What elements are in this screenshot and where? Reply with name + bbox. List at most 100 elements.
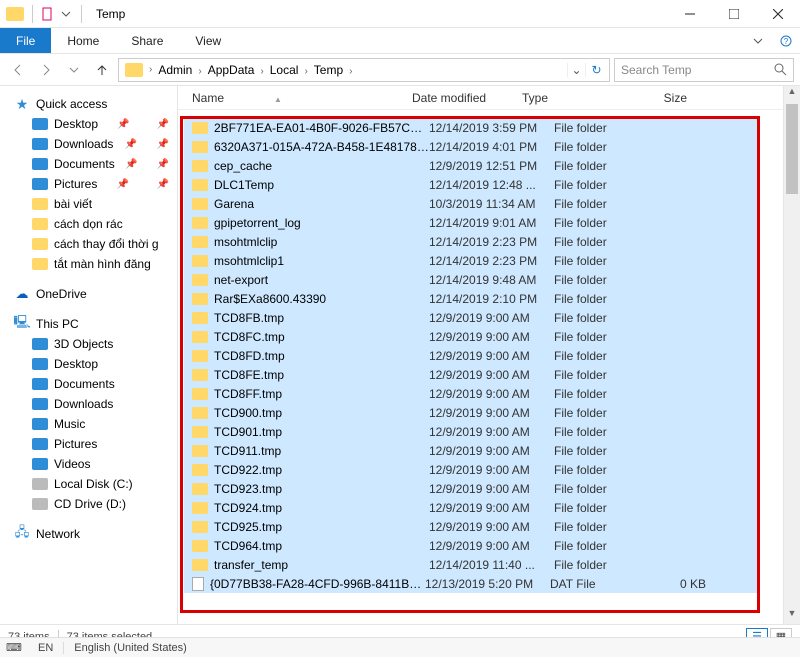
scroll-up-button[interactable]: ▲ (784, 86, 800, 102)
sidebar-item[interactable]: Local Disk (C:) (0, 474, 177, 494)
help-button[interactable]: ? (772, 28, 800, 53)
close-button[interactable] (756, 0, 800, 28)
breadcrumb-segment[interactable]: Temp (310, 63, 347, 77)
column-type[interactable]: Type (522, 91, 617, 105)
pin-icon: 📌 (157, 179, 169, 190)
sidebar-item[interactable]: Documents (0, 374, 177, 394)
file-row[interactable]: TCD901.tmp12/9/2019 9:00 AMFile folder (184, 422, 757, 441)
chevron-right-icon[interactable]: › (347, 66, 354, 77)
file-row[interactable]: Rar$EXa8600.4339012/14/2019 2:10 PMFile … (184, 289, 757, 308)
sidebar-network[interactable]: 🖧Network (0, 524, 177, 544)
sidebar-item[interactable]: Documents📌📌 (0, 154, 177, 174)
tab-share[interactable]: Share (115, 28, 179, 53)
up-button[interactable] (90, 58, 114, 82)
breadcrumb-segment[interactable]: Admin (154, 63, 196, 77)
file-row[interactable]: msohtmlclip12/14/2019 2:23 PMFile folder (184, 232, 757, 251)
sidebar-item[interactable]: CD Drive (D:) (0, 494, 177, 514)
file-date: 12/14/2019 12:48 ... (429, 178, 554, 192)
recent-locations-button[interactable] (62, 58, 86, 82)
sidebar-item[interactable]: Desktop📌📌 (0, 114, 177, 134)
sidebar-quick-access[interactable]: ★Quick access (0, 94, 177, 114)
file-row[interactable]: TCD8FD.tmp12/9/2019 9:00 AMFile folder (184, 346, 757, 365)
scroll-down-button[interactable]: ▼ (784, 608, 800, 624)
file-name: msohtmlclip (214, 235, 429, 249)
scroll-thumb[interactable] (786, 104, 798, 194)
sidebar-item[interactable]: tắt màn hình đăng (0, 254, 177, 274)
file-row[interactable]: TCD8FB.tmp12/9/2019 9:00 AMFile folder (184, 308, 757, 327)
file-size: 0 KB (650, 577, 706, 591)
file-row[interactable]: gpipetorrent_log12/14/2019 9:01 AMFile f… (184, 213, 757, 232)
file-row[interactable]: TCD8FC.tmp12/9/2019 9:00 AMFile folder (184, 327, 757, 346)
chevron-right-icon[interactable]: › (147, 64, 154, 75)
folder-icon (192, 483, 208, 495)
column-date[interactable]: Date modified (412, 91, 522, 105)
file-name: TCD8FE.tmp (214, 368, 429, 382)
address-dropdown-button[interactable]: ⌄ (567, 63, 585, 77)
file-row[interactable]: TCD900.tmp12/9/2019 9:00 AMFile folder (184, 403, 757, 422)
minimize-button[interactable] (668, 0, 712, 28)
file-row[interactable]: TCD925.tmp12/9/2019 9:00 AMFile folder (184, 517, 757, 536)
file-row[interactable]: TCD911.tmp12/9/2019 9:00 AMFile folder (184, 441, 757, 460)
language-code[interactable]: EN (28, 642, 64, 654)
sidebar-item[interactable]: Videos (0, 454, 177, 474)
back-button[interactable] (6, 58, 30, 82)
folder-icon (192, 559, 208, 571)
folder-icon (192, 236, 208, 248)
file-row[interactable]: DLC1Temp12/14/2019 12:48 ...File folder (184, 175, 757, 194)
sidebar-item[interactable]: bài viết (0, 194, 177, 214)
file-date: 12/14/2019 4:01 PM (429, 140, 554, 154)
file-row[interactable]: cep_cache12/9/2019 12:51 PMFile folder (184, 156, 757, 175)
file-type: File folder (554, 121, 654, 135)
forward-button[interactable] (34, 58, 58, 82)
sidebar-item[interactable]: cách thay đổi thời g (0, 234, 177, 254)
breadcrumb-segment[interactable]: AppData (204, 63, 259, 77)
sidebar-onedrive[interactable]: ☁OneDrive (0, 284, 177, 304)
file-row[interactable]: TCD924.tmp12/9/2019 9:00 AMFile folder (184, 498, 757, 517)
file-row[interactable]: Garena10/3/2019 11:34 AMFile folder (184, 194, 757, 213)
vertical-scrollbar[interactable]: ▲ ▼ (783, 86, 800, 624)
maximize-button[interactable] (712, 0, 756, 28)
tab-file[interactable]: File (0, 28, 51, 53)
sidebar-item[interactable]: Downloads (0, 394, 177, 414)
chevron-right-icon[interactable]: › (196, 66, 203, 77)
ribbon-expand-button[interactable] (744, 28, 772, 53)
sidebar-item[interactable]: cách dọn rác (0, 214, 177, 234)
search-input[interactable]: Search Temp (614, 58, 794, 82)
keyboard-icon[interactable]: ⌨ (0, 641, 28, 654)
refresh-button[interactable]: ↻ (585, 63, 607, 77)
file-row[interactable]: TCD8FE.tmp12/9/2019 9:00 AMFile folder (184, 365, 757, 384)
sidebar-item[interactable]: Desktop (0, 354, 177, 374)
qat-chevron-icon[interactable] (59, 7, 73, 21)
column-size[interactable]: Size (617, 91, 687, 105)
file-row[interactable]: net-export12/14/2019 9:48 AMFile folder (184, 270, 757, 289)
sidebar-item[interactable]: Pictures (0, 434, 177, 454)
sidebar-item[interactable]: Pictures📌📌 (0, 174, 177, 194)
file-row[interactable]: 2BF771EA-EA01-4B0F-9026-FB57CBE2996012/1… (184, 118, 757, 137)
file-row[interactable]: TCD8FF.tmp12/9/2019 9:00 AMFile folder (184, 384, 757, 403)
column-name[interactable]: Name▲ (192, 91, 412, 105)
chevron-right-icon[interactable]: › (258, 66, 265, 77)
tab-view[interactable]: View (179, 28, 237, 53)
file-row[interactable]: {0D77BB38-FA28-4CFD-996B-8411B5DF70...12… (184, 574, 757, 593)
file-row[interactable]: TCD964.tmp12/9/2019 9:00 AMFile folder (184, 536, 757, 555)
address-bar[interactable]: › Admin›AppData›Local›Temp› ⌄ ↻ (118, 58, 610, 82)
sidebar-item[interactable]: 3D Objects (0, 334, 177, 354)
file-name: TCD924.tmp (214, 501, 429, 515)
qat-file-icon[interactable] (41, 7, 55, 21)
language-name[interactable]: English (United States) (64, 642, 197, 654)
file-name: TCD911.tmp (214, 444, 429, 458)
tab-home[interactable]: Home (51, 28, 115, 53)
sidebar-item[interactable]: Music (0, 414, 177, 434)
file-type: File folder (554, 159, 654, 173)
file-row[interactable]: TCD923.tmp12/9/2019 9:00 AMFile folder (184, 479, 757, 498)
breadcrumb-segment[interactable]: Local (266, 63, 303, 77)
file-row[interactable]: 6320A371-015A-472A-B458-1E481783981612/1… (184, 137, 757, 156)
file-row[interactable]: TCD922.tmp12/9/2019 9:00 AMFile folder (184, 460, 757, 479)
search-icon (774, 63, 787, 76)
sidebar-item[interactable]: Downloads📌📌 (0, 134, 177, 154)
file-row[interactable]: transfer_temp12/14/2019 11:40 ...File fo… (184, 555, 757, 574)
file-row[interactable]: msohtmlclip112/14/2019 2:23 PMFile folde… (184, 251, 757, 270)
chevron-right-icon[interactable]: › (302, 66, 309, 77)
folder-icon (192, 179, 208, 191)
sidebar-this-pc[interactable]: 🖳This PC (0, 314, 177, 334)
